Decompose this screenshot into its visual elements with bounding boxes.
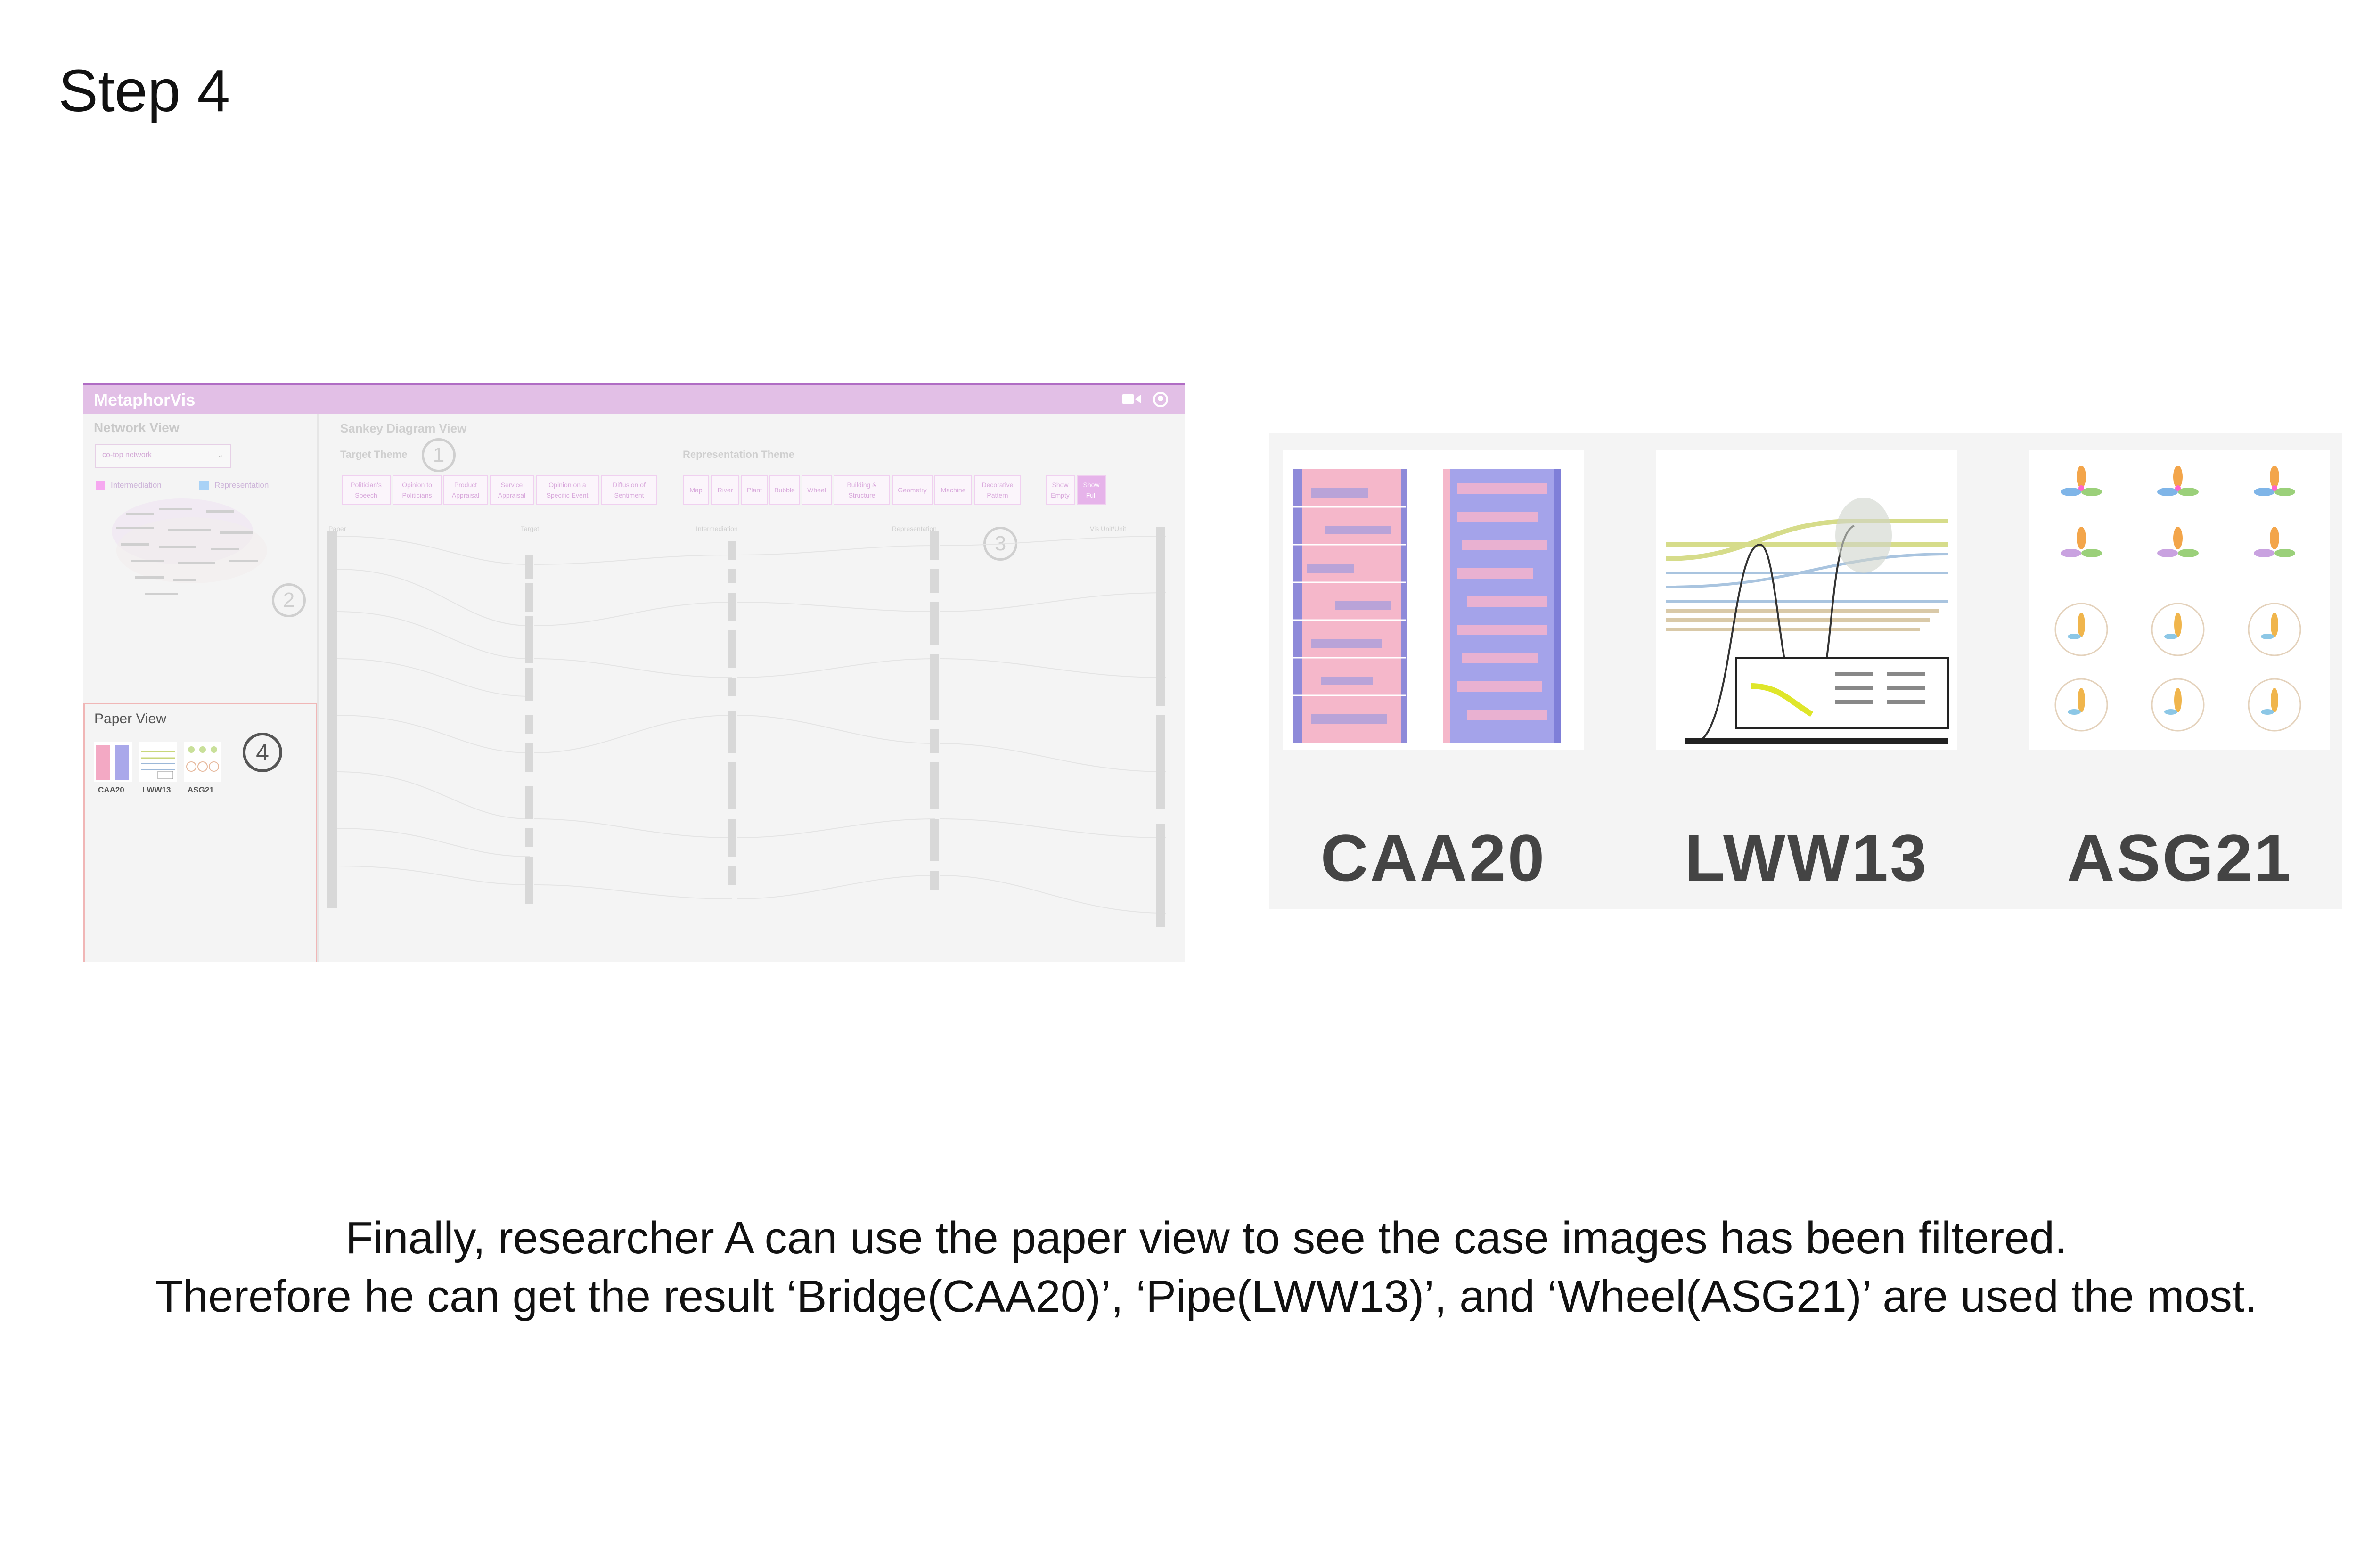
- paper-view-label: Paper View: [94, 711, 166, 727]
- app-header: MetaphorVis: [83, 385, 1185, 414]
- marker-2: 2: [272, 583, 306, 617]
- case-label-lww13: LWW13: [1685, 821, 1929, 895]
- chevron-down-icon: ⌄: [216, 450, 224, 459]
- caption-line-2: Therefore he can get the result ‘Bridge(…: [155, 1271, 2258, 1322]
- case-image-caa20[interactable]: [1283, 450, 1584, 750]
- paper-view-panel: Paper View CAA20 LWW13 ASG21 4: [83, 703, 317, 962]
- paper-thumb-asg21[interactable]: [184, 742, 221, 782]
- step-title: Step 4: [58, 57, 230, 124]
- paper-label-caa20: CAA20: [98, 785, 124, 794]
- paper-thumb-lww13[interactable]: [139, 742, 177, 782]
- paper-label-lww13: LWW13: [142, 785, 171, 794]
- paper-thumb-caa20[interactable]: [94, 742, 132, 782]
- case-image-asg21[interactable]: [2029, 450, 2330, 750]
- case-image-lww13[interactable]: [1656, 450, 1957, 750]
- paper-label-asg21: ASG21: [188, 785, 214, 794]
- app-title: MetaphorVis: [94, 390, 196, 409]
- sankey-diagram[interactable]: [318, 414, 1185, 962]
- dropdown-value: co-top network: [102, 451, 152, 459]
- case-label-asg21: ASG21: [2067, 821, 2293, 895]
- video-icon[interactable]: [1121, 392, 1142, 407]
- case-label-caa20: CAA20: [1320, 821, 1546, 895]
- caption: Finally, researcher A can use the paper …: [0, 1209, 2356, 1326]
- metaphorvis-app-screenshot: MetaphorVis Network View co-top network …: [83, 383, 1185, 962]
- network-view-label: Network View: [94, 420, 180, 435]
- left-panel: Network View co-top network ⌄ Intermedia…: [83, 414, 319, 962]
- caption-line-1: Finally, researcher A can use the paper …: [345, 1213, 2067, 1263]
- case-images-zoom-panel: CAA20 LWW13 ASG21: [1269, 433, 2342, 909]
- marker-4: 4: [243, 733, 282, 772]
- github-icon[interactable]: [1150, 392, 1171, 407]
- network-type-dropdown[interactable]: co-top network ⌄: [95, 444, 231, 468]
